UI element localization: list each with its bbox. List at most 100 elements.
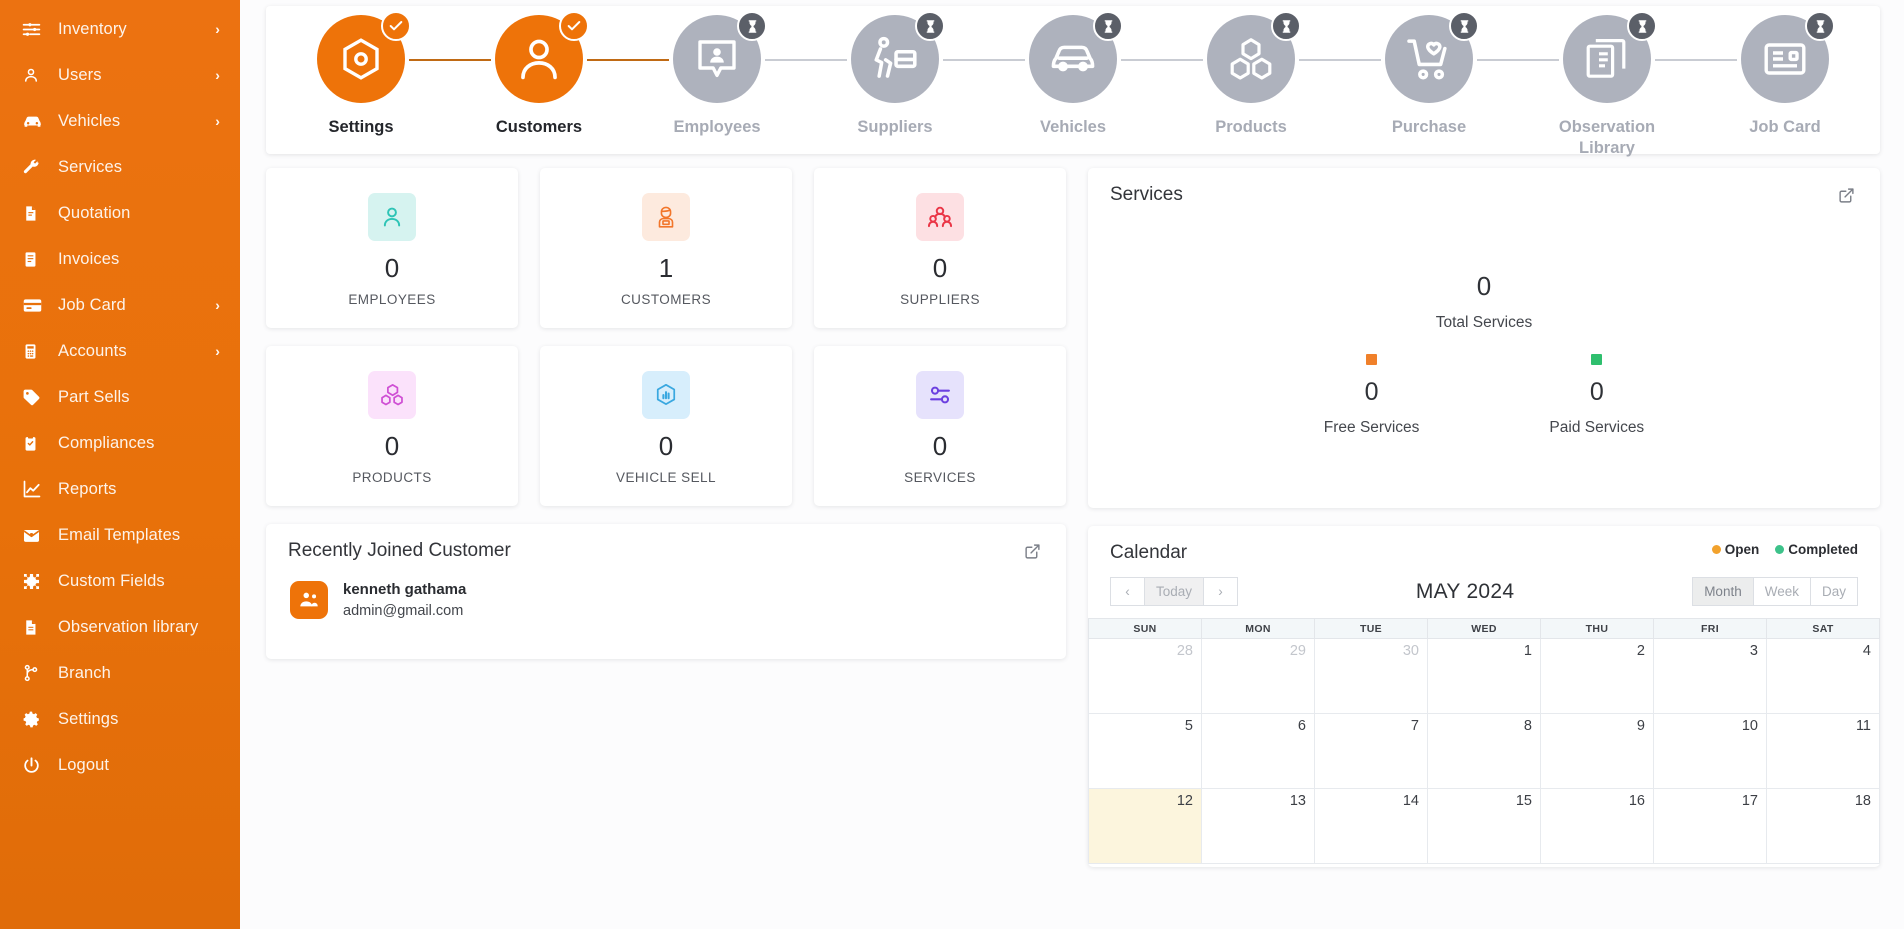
calendar-day-cell[interactable]: 6 [1201,713,1315,789]
sidebar-item-services[interactable]: Services [0,144,240,190]
calendar-day-cells: 28 29 30 1 2 3 4 5 6 7 8 9 10 11 12 13 14 15 16 17 18 [1088,638,1880,864]
stepper-step-settings[interactable]: Settings [272,6,491,138]
calendar-day-cell[interactable]: 12 [1088,788,1202,864]
calendar-day-cell[interactable]: 17 [1653,788,1767,864]
stepper-step-label: Purchase [1391,118,1467,136]
sidebar-item-inventory[interactable]: Inventory › [0,6,240,52]
calendar-today-button[interactable]: Today [1144,577,1205,606]
calendar-day-cell[interactable]: 7 [1314,713,1428,789]
sidebar-item-custom-fields[interactable]: Custom Fields [0,558,240,604]
sidebar-item-vehicles[interactable]: Vehicles › [0,98,240,144]
calendar-day-cell[interactable]: 29 [1201,638,1315,714]
recent-customer-text: kenneth gathama admin@gmail.com [343,579,466,622]
calendar-day-cell[interactable]: 3 [1653,638,1767,714]
stepper-step-label: Customers [495,118,583,136]
calendar-day-cell[interactable]: 11 [1766,713,1880,789]
stat-tile-label: CUSTOMERS [620,292,712,307]
sidebar-item-label: Inventory [58,19,127,38]
sidebar-item-job-card[interactable]: Job Card › [0,282,240,328]
sidebar-item-label: Email Templates [58,525,181,544]
calendar-day-cell[interactable]: 8 [1427,713,1541,789]
sidebar-item-label: Compliances [58,433,155,452]
stat-tile-vehicle-sell[interactable]: 0 VEHICLE SELL [540,346,792,506]
sidebar-item-compliances[interactable]: Compliances [0,420,240,466]
sidebar-item-label: Observation library [58,617,199,636]
calendar-day-header: WED [1427,618,1541,639]
calendar-day-cell[interactable]: 28 [1088,638,1202,714]
onboarding-stepper-card: Settings Customers Employees Suppliers Vehic… [266,6,1880,157]
sidebar-item-reports[interactable]: Reports [0,466,240,512]
sidebar-item-part-sells[interactable]: Part Sells [0,374,240,420]
free-services-group: 0 Free Services [1323,354,1420,437]
calendar-day-cell[interactable]: 2 [1540,638,1654,714]
sidebar-item-label: Settings [58,709,119,728]
sidebar-item-invoices[interactable]: Invoices [0,236,240,282]
sidebar-item-settings[interactable]: Settings [0,696,240,742]
services-chart-body: 0 Total Services 0 Free Services 0 Paid … [1088,207,1880,457]
stat-tile-products[interactable]: 0 PRODUCTS [266,346,518,506]
stepper-step-job-card[interactable]: Job Card [1696,6,1874,138]
stat-tile-services[interactable]: 0 SERVICES [814,346,1066,506]
calendar-day-cell[interactable]: 1 [1427,638,1541,714]
calendar-day-cell[interactable]: 30 [1314,638,1428,714]
hourglass-badge-icon [1271,11,1301,41]
sidebar-item-label: Custom Fields [58,571,165,590]
calendar-view-month-button[interactable]: Month [1692,577,1754,606]
external-link-icon[interactable] [1021,540,1044,563]
recent-customer-row[interactable]: kenneth gathama admin@gmail.com [266,563,1066,622]
calendar-view-day-button[interactable]: Day [1809,577,1858,606]
stepper-step-products[interactable]: Products [1162,6,1381,138]
calendar-day-cell[interactable]: 5 [1088,713,1202,789]
gear-icon [22,709,46,729]
calendar-day-cell[interactable]: 18 [1766,788,1880,864]
calendar-day-cell[interactable]: 4 [1766,638,1880,714]
external-link-icon[interactable] [1835,184,1858,207]
stepper-step-label: Suppliers [857,118,933,136]
stepper-step-suppliers[interactable]: Suppliers [806,6,1025,138]
calendar-day-cell[interactable]: 10 [1653,713,1767,789]
puzzle-icon [22,571,46,591]
stepper-step-employees[interactable]: Employees [628,6,847,138]
stepper-step-customers[interactable]: Customers [450,6,669,138]
calendar-prev-button[interactable]: ‹ [1110,577,1145,606]
app-root: Inventory › Users › Vehicles › Services Quotati… [0,0,1904,929]
calendar-legend-label: Open [1724,542,1760,557]
calendar-next-button[interactable]: › [1203,577,1239,606]
sidebar-item-accounts[interactable]: Accounts › [0,328,240,374]
sidebar-item-observation-library[interactable]: Observation library [0,604,240,650]
stepper-icon-wrap [1029,11,1123,103]
calendar-day-cell[interactable]: 16 [1540,788,1654,864]
tag-icon [22,387,46,407]
recently-joined-customer-panel: Recently Joined Customer kenneth gathama… [266,524,1066,659]
calendar-day-cell[interactable]: 13 [1201,788,1315,864]
stepper-step-observation-library[interactable]: Observation Library [1518,6,1737,158]
calendar-view-week-button[interactable]: Week [1752,577,1811,606]
stat-tile-suppliers[interactable]: 0 SUPPLIERS [814,168,1066,328]
calendar-day-cell[interactable]: 9 [1540,713,1654,789]
chevron-right-icon: › [215,67,220,83]
chevron-right-icon: › [215,343,220,359]
sidebar-item-label: Logout [58,755,110,774]
calendar-day-headers: SUN MON TUE WED THU FRI SAT [1088,618,1880,639]
sidebar-item-email-templates[interactable]: Email Templates [0,512,240,558]
sidebar-item-logout[interactable]: Logout [0,742,240,788]
calendar-day-cell[interactable]: 15 [1427,788,1541,864]
free-services-label: Free Services [1323,419,1420,436]
chart-line-icon [22,479,46,499]
calendar-legend-open: Open [1711,542,1760,557]
stepper-step-vehicles[interactable]: Vehicles [984,6,1203,138]
product-icon [368,371,416,419]
calendar-day-cell[interactable]: 14 [1314,788,1428,864]
hourglass-badge-icon [1093,11,1123,41]
stat-tile-label: SERVICES [904,470,976,485]
stat-tile-customers[interactable]: 1 CUSTOMERS [540,168,792,328]
stepper-step-purchase[interactable]: Purchase [1340,6,1559,138]
calendar-day-header: SUN [1088,618,1202,639]
calculator-icon [22,341,46,361]
sidebar-item-label: Users [58,65,102,84]
sidebar-item-quotation[interactable]: Quotation [0,190,240,236]
sidebar-item-branch[interactable]: Branch [0,650,240,696]
calendar-month-title: MAY 2024 [1415,579,1515,603]
sidebar-item-users[interactable]: Users › [0,52,240,98]
stat-tile-employees[interactable]: 0 EMPLOYEES [266,168,518,328]
